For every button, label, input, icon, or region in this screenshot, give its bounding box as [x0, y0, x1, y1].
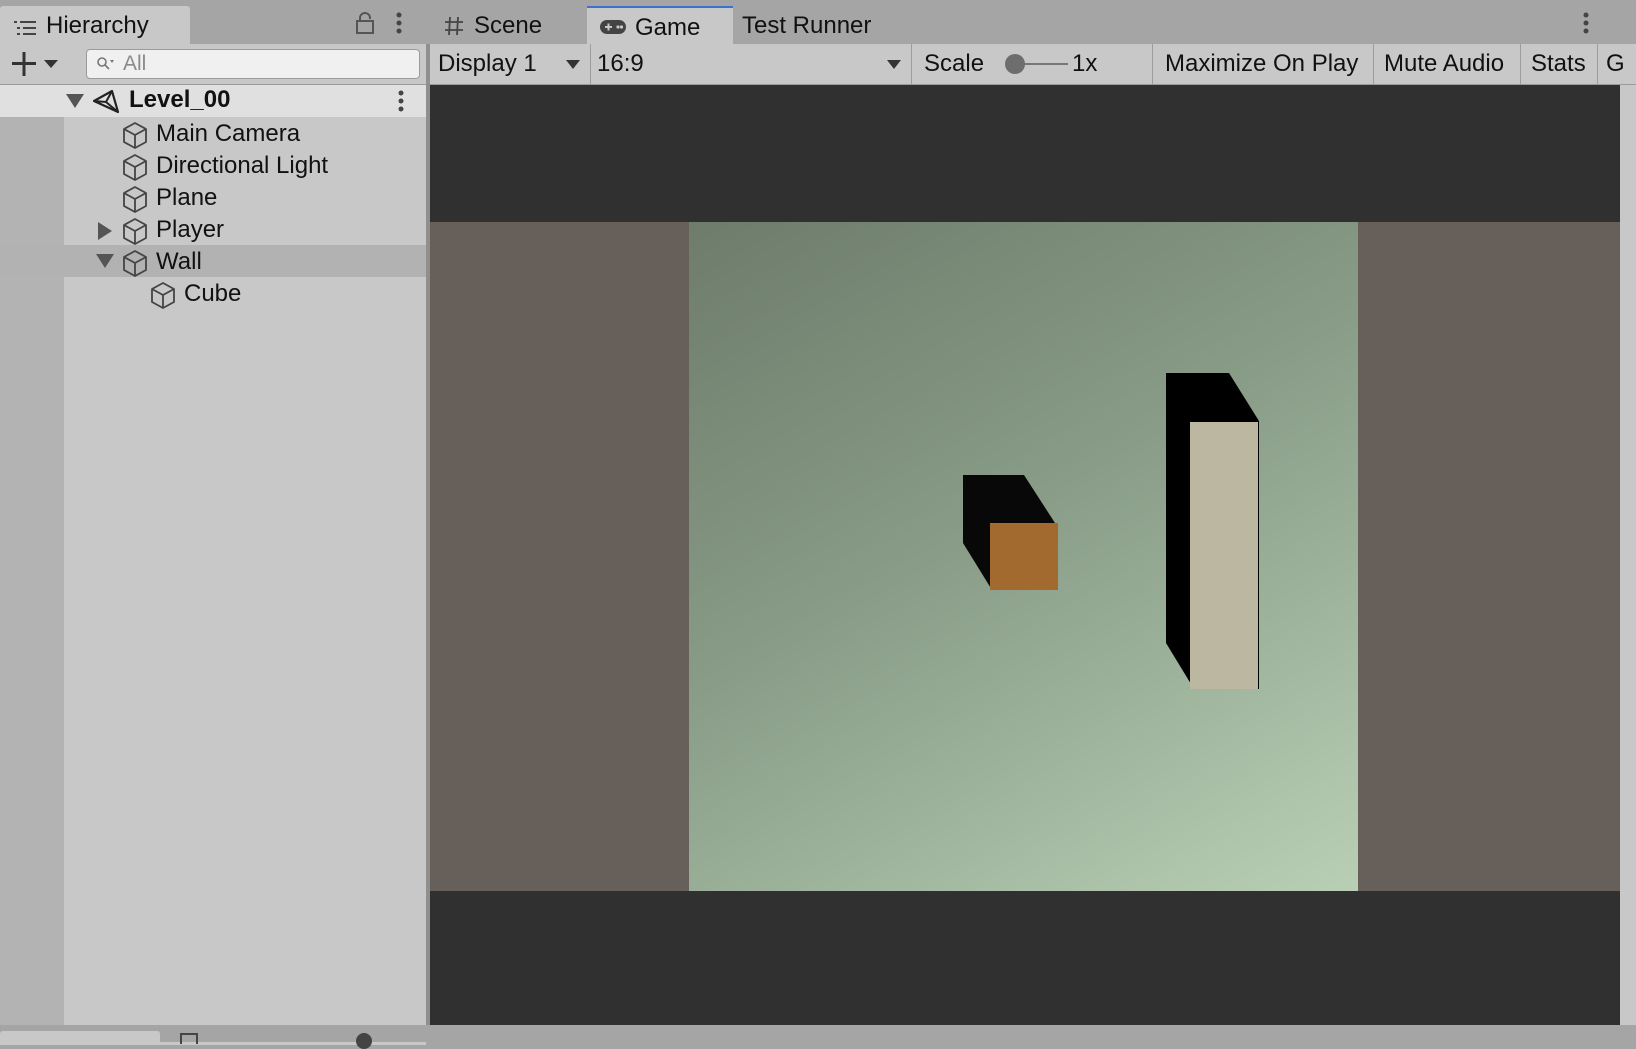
scale-value: 1x [1072, 50, 1098, 77]
unity-scene-icon [92, 89, 120, 114]
tab-scene[interactable]: Scene [434, 6, 584, 44]
hierarchy-item-label: Cube [184, 280, 242, 307]
tab-game[interactable]: Game [587, 6, 733, 44]
side-panel-edge [1620, 85, 1636, 1025]
tab-project[interactable] [0, 1031, 160, 1042]
console-icon [180, 1033, 198, 1044]
collapsed-arrow-icon[interactable] [98, 222, 112, 240]
player-object [990, 523, 1058, 590]
hierarchy-search-field[interactable] [86, 49, 420, 79]
hierarchy-tab[interactable]: Hierarchy [0, 6, 190, 44]
gameobject-cube-icon [151, 282, 175, 309]
gameobject-cube-icon [123, 218, 147, 245]
hierarchy-item-label: Directional Light [156, 152, 329, 179]
aspect-dropdown[interactable]: 16:9 [591, 44, 912, 84]
hierarchy-toolbar [0, 44, 426, 85]
maximize-on-play-label: Maximize On Play [1165, 50, 1359, 77]
game-more-icon[interactable] [1581, 12, 1591, 34]
chevron-down-icon [566, 60, 580, 69]
chevron-down-icon [887, 60, 901, 69]
hierarchy-item-label: Main Camera [156, 120, 301, 147]
scene-row[interactable]: Level_00 [0, 85, 426, 117]
hierarchy-more-icon[interactable] [394, 12, 404, 34]
scale-slider-handle[interactable] [1005, 54, 1025, 74]
game-toolbar: Display 1 16:9 Scale 1x Maximize On Play… [430, 44, 1636, 85]
gamepad-icon [600, 20, 626, 34]
gameobject-cube-icon [123, 122, 147, 149]
add-dropdown-button[interactable] [10, 49, 66, 79]
game-tab-bar: Scene Game Test Runner [426, 0, 1636, 44]
wall-object [1190, 422, 1258, 689]
gameobject-cube-icon [123, 186, 147, 213]
scene-name: Level_00 [129, 86, 231, 113]
gizmos-toggle[interactable]: G [1598, 44, 1636, 84]
scene-more-icon[interactable] [396, 89, 406, 113]
hierarchy-item-directional-light[interactable]: Directional Light [0, 149, 426, 181]
stats-toggle[interactable]: Stats [1521, 44, 1598, 84]
hierarchy-item-player[interactable]: Player [0, 213, 426, 245]
gameobject-cube-icon [123, 250, 147, 277]
hierarchy-tab-label: Hierarchy [46, 12, 149, 39]
hierarchy-item-plane[interactable]: Plane [0, 181, 426, 213]
mute-audio-toggle[interactable]: Mute Audio [1374, 44, 1521, 84]
tab-test-runner[interactable]: Test Runner [732, 6, 902, 44]
display-dropdown-label: Display 1 [438, 50, 537, 77]
scale-control: Scale 1x [912, 44, 1153, 84]
gameobject-cube-icon [123, 154, 147, 181]
hierarchy-item-label: Plane [156, 184, 218, 211]
maximize-on-play-toggle[interactable]: Maximize On Play [1153, 44, 1374, 84]
scale-label: Scale [924, 50, 985, 77]
hierarchy-tab-bar: Hierarchy [0, 0, 426, 44]
lock-icon[interactable] [356, 12, 374, 34]
tab-scene-label: Scene [474, 12, 543, 39]
mute-audio-label: Mute Audio [1384, 50, 1505, 77]
expanded-arrow-icon[interactable] [96, 254, 114, 268]
hierarchy-item-label: Player [156, 216, 225, 243]
tab-game-label: Game [635, 14, 701, 41]
tab-test-runner-label: Test Runner [742, 12, 872, 39]
aspect-dropdown-label: 16:9 [597, 50, 644, 77]
animation-icon [356, 1033, 372, 1049]
expand-arrow-icon[interactable] [66, 94, 84, 108]
hierarchy-item-main-camera[interactable]: Main Camera [0, 117, 426, 149]
bottom-tab-bar [0, 1025, 1636, 1049]
gizmos-label: G [1606, 50, 1625, 77]
hierarchy-item-label: Wall [156, 248, 202, 275]
search-input[interactable] [123, 52, 403, 76]
hierarchy-list-icon [14, 21, 36, 35]
hierarchy-item-wall[interactable]: Wall [0, 245, 426, 277]
grid-hash-icon [445, 16, 463, 36]
search-icon [97, 57, 114, 70]
stats-label: Stats [1531, 50, 1586, 77]
hierarchy-item-cube[interactable]: Cube [0, 277, 426, 309]
display-dropdown[interactable]: Display 1 [430, 44, 591, 84]
